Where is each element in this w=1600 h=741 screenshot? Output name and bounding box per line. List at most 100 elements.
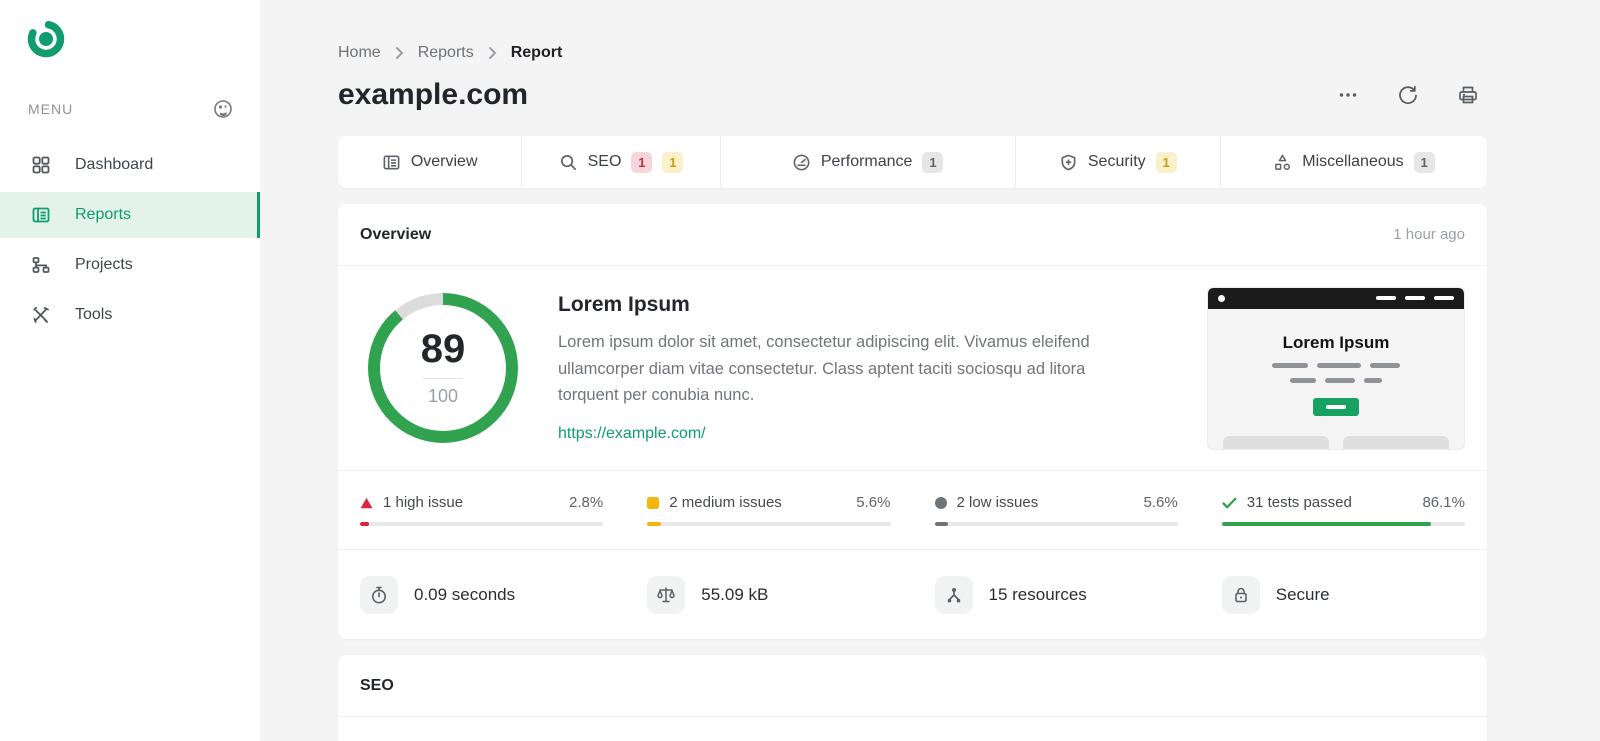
score-value: 89	[420, 327, 466, 371]
stat-percent: 86.1%	[1422, 494, 1465, 511]
tab-seo[interactable]: SEO 1 1	[521, 136, 719, 188]
stat-percent: 5.6%	[1143, 494, 1178, 511]
report-timestamp: 1 hour ago	[1393, 226, 1465, 243]
preview-browser-bar	[1208, 287, 1464, 309]
logo-icon	[27, 20, 65, 58]
sidebar-item-label: Reports	[75, 206, 132, 223]
report-tabs: Overview SEO 1 1 Performance 1 Security …	[338, 136, 1487, 188]
overview-summary-section: 89 100 Lorem Ipsum Lorem ipsum dolor sit…	[338, 266, 1487, 471]
sidebar-item-reports[interactable]: Reports	[0, 192, 260, 238]
security-badge: 1	[1155, 151, 1177, 173]
stat-label: 2 low issues	[956, 494, 1039, 511]
high-issue-triangle-icon	[360, 497, 373, 508]
overview-card-title: Overview	[360, 225, 432, 243]
dashboard-grid-icon	[31, 155, 51, 175]
preview-text-line	[1208, 377, 1464, 383]
stat-low-issues: 2 low issues 5.6%	[913, 494, 1200, 526]
shapes-icon	[1273, 153, 1292, 172]
title-row: example.com	[338, 78, 1487, 112]
stat-label: 31 tests passed	[1246, 494, 1352, 511]
preview-cards	[1208, 435, 1464, 449]
preview-nav-links	[1376, 296, 1454, 300]
scale-icon	[647, 575, 686, 614]
sidebar-item-projects[interactable]: Projects	[0, 242, 260, 288]
seo-card-body	[338, 717, 1487, 741]
stat-label: 2 medium issues	[669, 494, 782, 511]
score-divider	[423, 378, 463, 379]
breadcrumb-reports[interactable]: Reports	[418, 44, 474, 62]
site-link[interactable]: https://example.com/	[558, 425, 706, 443]
sidebar-nav: Dashboard Reports Projects Tools	[0, 142, 260, 342]
stopwatch-icon	[360, 575, 398, 614]
metrics-row: 0.09 seconds 55.09 kB 15 resources Secur…	[338, 550, 1487, 639]
stat-bar	[934, 522, 1178, 526]
search-icon	[559, 153, 578, 172]
header-actions	[1335, 82, 1481, 108]
refresh-button[interactable]	[1395, 82, 1421, 108]
browser-dot-icon	[1218, 294, 1225, 302]
stat-percent: 5.6%	[856, 494, 891, 511]
tab-overview[interactable]: Overview	[338, 136, 521, 188]
metric-page-size: 55.09 kB	[625, 575, 912, 614]
summary-body: Lorem ipsum dolor sit amet, consectetur …	[558, 332, 1090, 405]
seo-card: SEO	[338, 655, 1487, 741]
breadcrumb-home[interactable]: Home	[338, 44, 381, 62]
print-button[interactable]	[1455, 82, 1481, 108]
shield-icon	[1059, 153, 1078, 172]
chevron-right-icon	[488, 46, 497, 60]
tools-icon	[31, 305, 51, 325]
site-preview: Lorem Ipsum	[1207, 286, 1465, 450]
low-issue-circle-icon	[934, 496, 947, 509]
tab-label: Security	[1087, 153, 1146, 170]
stat-label: 1 high issue	[383, 494, 464, 511]
overview-card-header: Overview 1 hour ago	[338, 204, 1487, 266]
tab-security[interactable]: Security 1	[1014, 136, 1220, 188]
sidebar: MENU Dashboard Reports Projects Tools	[0, 0, 260, 741]
score-max: 100	[427, 386, 459, 406]
menu-section-header: MENU	[0, 98, 260, 120]
more-options-button[interactable]	[1335, 82, 1361, 108]
stat-bar	[1221, 522, 1465, 526]
sidebar-item-label: Dashboard	[75, 156, 154, 173]
high-issues-badge: 1	[631, 151, 653, 173]
projects-hierarchy-icon	[31, 255, 51, 275]
miscellaneous-badge: 1	[1413, 151, 1435, 173]
assistant-icon[interactable]	[212, 98, 234, 120]
preview-text-line	[1208, 362, 1464, 368]
metric-resources: 15 resources	[913, 575, 1200, 614]
stat-high-issues: 1 high issue 2.8%	[338, 494, 625, 526]
resources-network-icon	[934, 575, 973, 614]
tab-label: SEO	[587, 153, 622, 170]
tab-label: Miscellaneous	[1302, 153, 1404, 170]
preview-heading: Lorem Ipsum	[1282, 332, 1390, 352]
overview-card: Overview 1 hour ago 89 100 Lorem Ipsum L…	[338, 204, 1487, 639]
stat-bar	[647, 522, 891, 526]
preview-button	[1313, 397, 1359, 416]
summary-heading: Lorem Ipsum	[558, 292, 690, 316]
sidebar-item-tools[interactable]: Tools	[0, 292, 260, 338]
stat-medium-issues: 2 medium issues 5.6%	[625, 494, 912, 526]
printer-icon	[1459, 86, 1477, 104]
check-icon	[1222, 497, 1237, 508]
tab-miscellaneous[interactable]: Miscellaneous 1	[1219, 136, 1487, 188]
tab-performance[interactable]: Performance 1	[719, 136, 1015, 188]
refresh-icon	[1399, 85, 1417, 105]
overview-icon	[382, 153, 401, 172]
speedometer-icon	[792, 153, 811, 172]
main-content: Home Reports Report example.com Overview…	[260, 0, 1600, 741]
site-summary: Lorem Ipsum Lorem ipsum dolor sit amet, …	[558, 293, 1143, 443]
chevron-right-icon	[395, 46, 404, 60]
issue-stats-row: 1 high issue 2.8% 2 medium issues 5.6% 2…	[338, 471, 1487, 550]
app-logo[interactable]	[0, 0, 260, 60]
score-ring: 89 100	[368, 293, 518, 443]
performance-badge: 1	[922, 151, 944, 173]
ellipsis-icon	[1339, 93, 1357, 97]
seo-card-title: SEO	[360, 676, 394, 694]
metric-label: 15 resources	[988, 584, 1087, 604]
menu-label: MENU	[28, 101, 74, 117]
breadcrumb-current: Report	[510, 44, 563, 61]
score-inner: 89 100	[380, 305, 506, 431]
sidebar-item-dashboard[interactable]: Dashboard	[0, 142, 260, 188]
medium-issues-badge: 1	[662, 151, 684, 173]
sidebar-item-label: Projects	[75, 256, 133, 273]
